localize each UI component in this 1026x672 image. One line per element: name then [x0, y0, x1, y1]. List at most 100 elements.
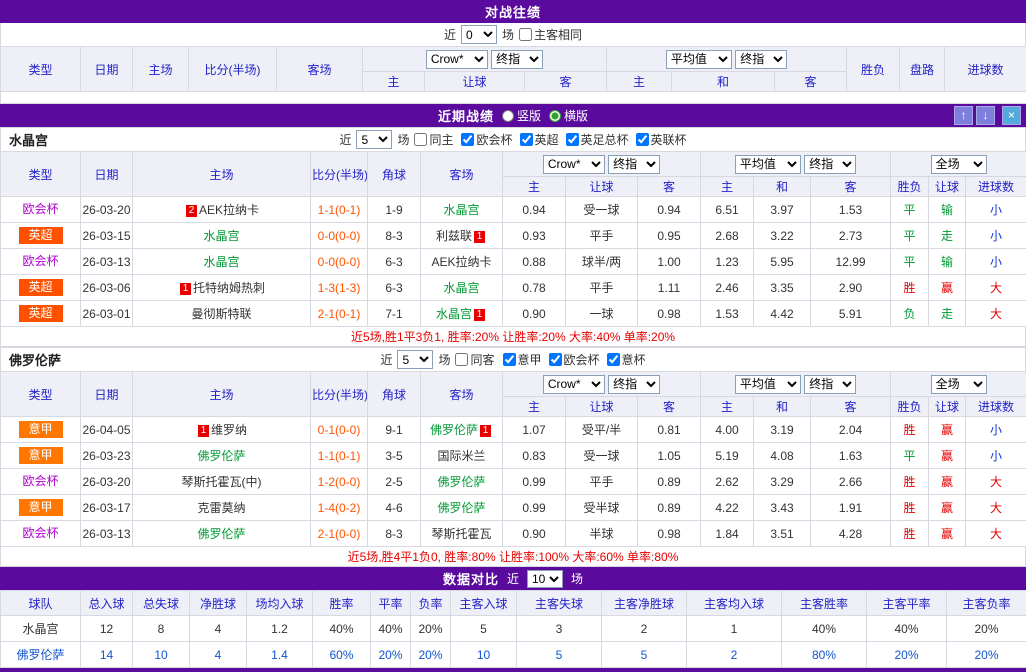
h2h-table: 类型 日期 主场 比分(半场) 客场 Crow* 终指 平均值 终指 胜负 盘路… — [0, 46, 1026, 104]
col-type: 类型 — [1, 152, 81, 197]
home-team-cell: 1维罗纳 — [133, 417, 311, 443]
avg-final-select[interactable]: 终指 — [735, 50, 787, 69]
corners-cell: 1-9 — [368, 197, 421, 223]
avg-draw-cell: 3.19 — [754, 417, 811, 443]
horizontal-layout-option[interactable]: 横版 — [549, 107, 588, 124]
league-filter-checkbox[interactable] — [566, 133, 579, 146]
same-side-filter[interactable]: 主客相同 — [519, 26, 582, 43]
col-date: 日期 — [81, 152, 133, 197]
away-team-cell: AEK拉纳卡 — [421, 249, 503, 275]
league-filter[interactable]: 意杯 — [607, 351, 646, 368]
avg-draw-cell: 3.22 — [754, 223, 811, 249]
move-up-button[interactable]: ↑ — [954, 106, 973, 125]
league-filter-checkbox[interactable] — [461, 133, 474, 146]
average-odds-select[interactable]: 平均值 — [735, 375, 801, 394]
league-filter[interactable]: 英足总杯 — [566, 131, 629, 148]
league-badge: 欧会杯 — [18, 201, 62, 218]
handicap-cell: 一球 — [566, 301, 638, 327]
league-filter[interactable]: 欧会杯 — [461, 131, 512, 148]
full-match-select[interactable]: 全场 — [931, 155, 987, 174]
average-odds-select[interactable]: 平均值 — [735, 155, 801, 174]
date-cell: 26-04-05 — [81, 417, 133, 443]
date-cell: 26-03-15 — [81, 223, 133, 249]
move-down-button[interactable]: ↓ — [976, 106, 995, 125]
col-away-odds: 客 — [638, 397, 701, 417]
col-date: 日期 — [81, 372, 133, 417]
odds-source-header: Crow* 终指 — [503, 372, 701, 397]
league-filter[interactable]: 英联杯 — [636, 131, 687, 148]
league-filter-checkbox[interactable] — [636, 133, 649, 146]
near-label: 近 — [507, 570, 519, 587]
odds-final-select[interactable]: 终指 — [608, 375, 660, 394]
winloss-result-cell: 负 — [891, 301, 929, 327]
winloss-result-cell: 平 — [891, 443, 929, 469]
vertical-layout-radio[interactable] — [502, 110, 514, 122]
col-winloss: 胜负 — [891, 397, 929, 417]
compare-value-cell: 4 — [190, 616, 247, 642]
handicap-cell: 平手 — [566, 275, 638, 301]
home-team-cell: 曼彻斯特联 — [133, 301, 311, 327]
winloss-result-cell: 胜 — [891, 521, 929, 547]
avg-draw-cell: 3.97 — [754, 197, 811, 223]
away-odds-cell: 0.98 — [638, 301, 701, 327]
bookmaker-select[interactable]: Crow* — [426, 50, 488, 69]
bookmaker-select[interactable]: Crow* — [543, 375, 605, 394]
league-filter-checkbox[interactable] — [607, 353, 620, 366]
compare-count-select[interactable]: 10 — [527, 570, 563, 588]
avg-home-cell: 1.23 — [701, 249, 754, 275]
average-odds-select[interactable]: 平均值 — [666, 50, 732, 69]
league-filter[interactable]: 意甲 — [503, 351, 542, 368]
league-filter-checkbox[interactable] — [520, 133, 533, 146]
full-match-select[interactable]: 全场 — [931, 375, 987, 394]
corners-cell: 8-3 — [368, 521, 421, 547]
league-filter-checkbox[interactable] — [549, 353, 562, 366]
corners-cell: 2-5 — [368, 469, 421, 495]
compare-value-cell: 60% — [313, 642, 371, 668]
league-filter-checkbox[interactable] — [503, 353, 516, 366]
same-venue-checkbox[interactable] — [414, 133, 427, 146]
date-cell: 26-03-20 — [81, 469, 133, 495]
match-row: 欧会杯26-03-20琴斯托霍瓦(中)1-2(0-0)2-5佛罗伦萨0.99平手… — [1, 469, 1026, 495]
compare-title-bar: 数据对比 近 10 场 — [0, 567, 1026, 590]
compare-col-header: 主客均入球 — [687, 591, 782, 616]
avg-final-select[interactable]: 终指 — [804, 155, 856, 174]
odds-final-select[interactable]: 终指 — [608, 155, 660, 174]
h2h-avg-odds-header: 平均值 终指 — [607, 47, 847, 72]
team-count-select[interactable]: 5 — [356, 130, 392, 149]
away-odds-cell: 0.95 — [638, 223, 701, 249]
same-venue-checkbox[interactable] — [455, 353, 468, 366]
same-side-checkbox[interactable] — [519, 28, 532, 41]
league-badge: 意甲 — [19, 447, 63, 464]
odds-final-select[interactable]: 终指 — [491, 50, 543, 69]
handicap-result-cell: 赢 — [929, 417, 966, 443]
compare-header-row: 球队总入球总失球净胜球场均入球胜率平率负率主客入球主客失球主客净胜球主客均入球主… — [1, 591, 1026, 616]
team-count-select[interactable]: 5 — [397, 350, 433, 369]
league-cell: 意甲 — [1, 417, 81, 443]
team-matches-table: 类型 日期 主场 比分(半场) 角球 客场 Crow* 终指 平均值 终指 全场 — [0, 151, 1026, 327]
score-cell: 1-4(0-2) — [311, 495, 368, 521]
avg-odds-header: 平均值 终指 — [701, 152, 891, 177]
date-cell: 26-03-13 — [81, 521, 133, 547]
home-odds-cell: 0.99 — [503, 495, 566, 521]
league-cell: 欧会杯 — [1, 197, 81, 223]
home-team-cell: 水晶宫 — [133, 223, 311, 249]
same-venue-filter[interactable]: 同客 — [455, 351, 494, 368]
home-odds-cell: 0.94 — [503, 197, 566, 223]
league-filter[interactable]: 欧会杯 — [549, 351, 600, 368]
away-team-name: 佛罗伦萨 — [437, 501, 485, 515]
goals-result-cell: 小 — [966, 197, 1026, 223]
h2h-count-select[interactable]: 0 — [461, 25, 497, 44]
avg-final-select[interactable]: 终指 — [804, 375, 856, 394]
vertical-layout-option[interactable]: 竖版 — [502, 107, 541, 124]
same-venue-filter[interactable]: 同主 — [414, 131, 453, 148]
close-button[interactable]: × — [1002, 106, 1021, 125]
horizontal-layout-radio[interactable] — [549, 110, 561, 122]
handicap-result-cell: 输 — [929, 197, 966, 223]
league-filter[interactable]: 英超 — [520, 131, 559, 148]
bookmaker-select[interactable]: Crow* — [543, 155, 605, 174]
col-score: 比分(半场) — [311, 372, 368, 417]
h2h-odds-source-header: Crow* 终指 — [363, 47, 607, 72]
h2h-col-score: 比分(半场) — [189, 47, 277, 92]
compare-value-cell: 40% — [371, 616, 411, 642]
score-cell: 1-1(0-1) — [311, 197, 368, 223]
